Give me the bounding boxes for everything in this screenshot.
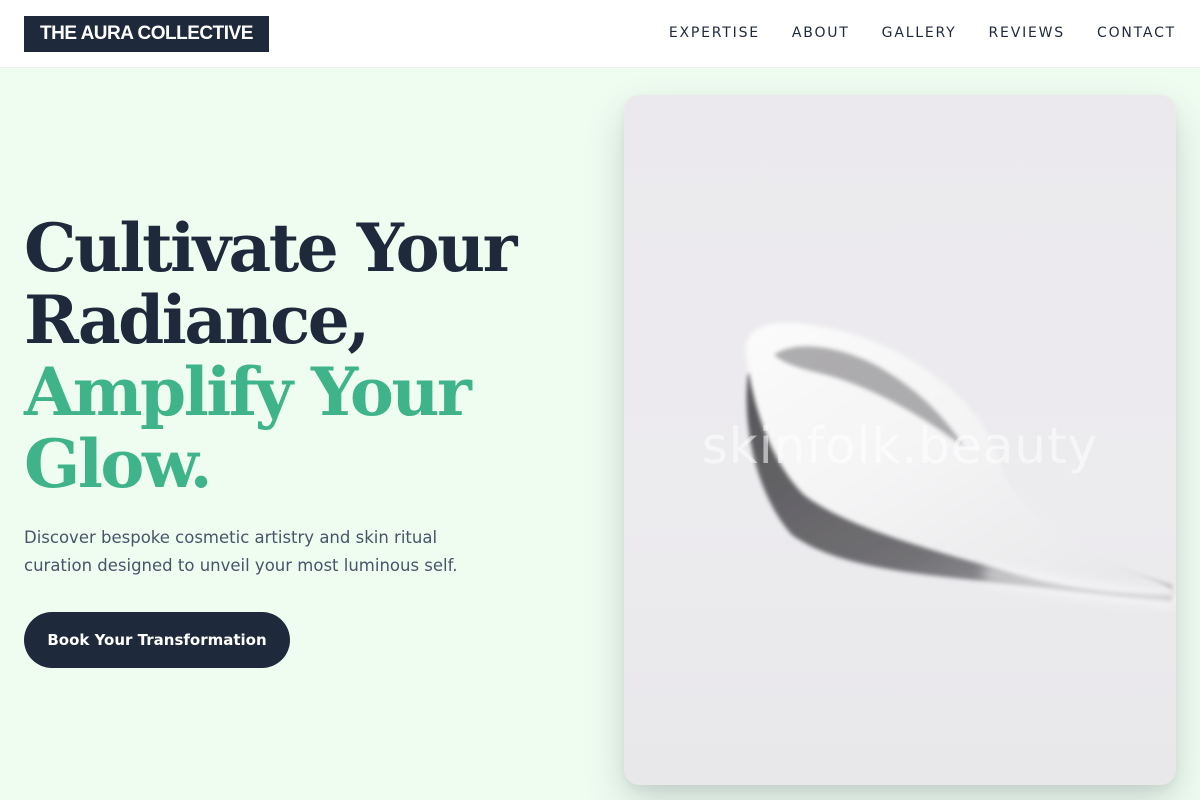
headline-line: Radiance, (24, 281, 370, 359)
headline-accent-line: Glow. (24, 425, 213, 503)
headline-line: Cultivate Your (24, 209, 517, 287)
hero-subtitle: Discover bespoke cosmetic artistry and s… (24, 528, 458, 575)
nav-link-contact[interactable]: CONTACT (1097, 25, 1176, 41)
nav-link-reviews[interactable]: REVIEWS (989, 25, 1065, 41)
hero-image-card: skinfolk.beauty (624, 95, 1176, 785)
image-watermark: skinfolk.beauty (701, 417, 1099, 475)
nav-link-gallery[interactable]: GALLERY (882, 25, 957, 41)
site-header: THE AURA COLLECTIVE EXPERTISE ABOUT GALL… (0, 0, 1200, 68)
nav-link-about[interactable]: ABOUT (792, 25, 850, 41)
main-nav: EXPERTISE ABOUT GALLERY REVIEWS CONTACT (669, 0, 1176, 66)
headline-accent-line: Amplify Your (24, 353, 472, 431)
book-transformation-button[interactable]: Book Your Transformation (24, 612, 290, 668)
nav-link-expertise[interactable]: EXPERTISE (669, 25, 760, 41)
brand-logo[interactable]: THE AURA COLLECTIVE (24, 16, 269, 52)
hero-headline: Cultivate Your Radiance, Amplify Your Gl… (24, 209, 517, 503)
